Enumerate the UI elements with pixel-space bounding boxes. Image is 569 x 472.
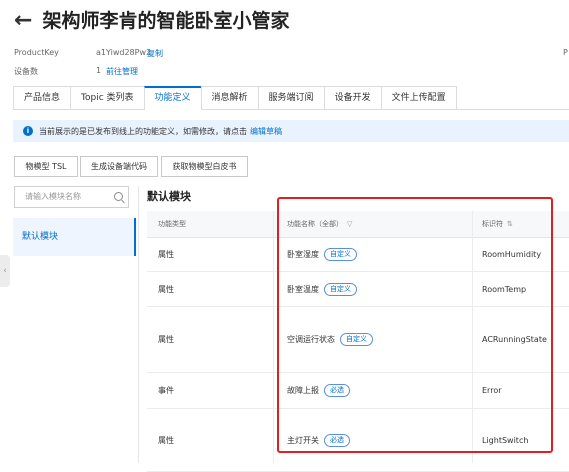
tab-server-subscription[interactable]: 服务端订阅	[257, 86, 324, 109]
tab-device-development[interactable]: 设备开发	[323, 86, 381, 109]
tab-file-upload-config[interactable]: 文件上传配置	[380, 86, 457, 109]
tab-message-parsing[interactable]: 消息解析	[200, 86, 258, 109]
notice-banner: i 当前展示的是已发布到线上的功能定义，如需修改，请点击 编辑草稿	[13, 120, 569, 142]
product-key-value: a1Yiwd28Pw2	[96, 48, 152, 57]
row-type: 属性	[158, 435, 174, 445]
product-key-label: ProductKey	[14, 48, 59, 57]
copy-link[interactable]: 复制	[147, 48, 163, 59]
tab-topic-list[interactable]: Topic 类列表	[70, 86, 144, 109]
device-count-label: 设备数	[14, 67, 38, 76]
whitepaper-button[interactable]: 获取物模型白皮书	[161, 156, 248, 177]
sidebar-item-default-module[interactable]: 默认模块	[13, 218, 136, 256]
row-type: 属性	[158, 284, 174, 294]
sidebar-divider	[138, 186, 139, 463]
row-type: 事件	[158, 386, 174, 395]
row-type: 属性	[158, 250, 174, 259]
info-icon: i	[23, 126, 33, 136]
device-count-value: 1	[96, 66, 102, 75]
edit-draft-link[interactable]: 编辑草稿	[250, 126, 282, 137]
generate-code-button[interactable]: 生成设备端代码	[80, 156, 158, 177]
page-header: ← 架构师李肯的智能卧室小管家	[14, 8, 289, 34]
search-placeholder: 请输入模块名称	[25, 192, 81, 201]
notice-text: 当前展示的是已发布到线上的功能定义，如需修改，请点击	[39, 126, 247, 136]
header-type: 功能类型	[158, 220, 186, 228]
tab-function-definition[interactable]: 功能定义	[143, 86, 201, 110]
arrow-left-icon[interactable]: ←	[14, 8, 32, 34]
module-search-input[interactable]: 请输入模块名称	[14, 186, 129, 208]
chevron-left-icon[interactable]: ‹	[0, 255, 10, 287]
tab-product-info[interactable]: 产品信息	[13, 86, 71, 109]
row-type: 属性	[158, 335, 174, 344]
right-edge-label: P	[563, 48, 568, 57]
section-title: 默认模块	[147, 190, 191, 203]
manage-link[interactable]: 前往管理	[106, 66, 138, 77]
search-icon[interactable]	[114, 192, 123, 201]
page-title: 架构师李肯的智能卧室小管家	[42, 10, 290, 32]
highlight-box	[277, 197, 553, 453]
tab-bar: 产品信息 Topic 类列表 功能定义 消息解析 服务端订阅 设备开发 文件上传…	[13, 86, 569, 110]
column-divider	[273, 211, 274, 463]
tsl-button[interactable]: 物模型 TSL	[14, 156, 78, 177]
